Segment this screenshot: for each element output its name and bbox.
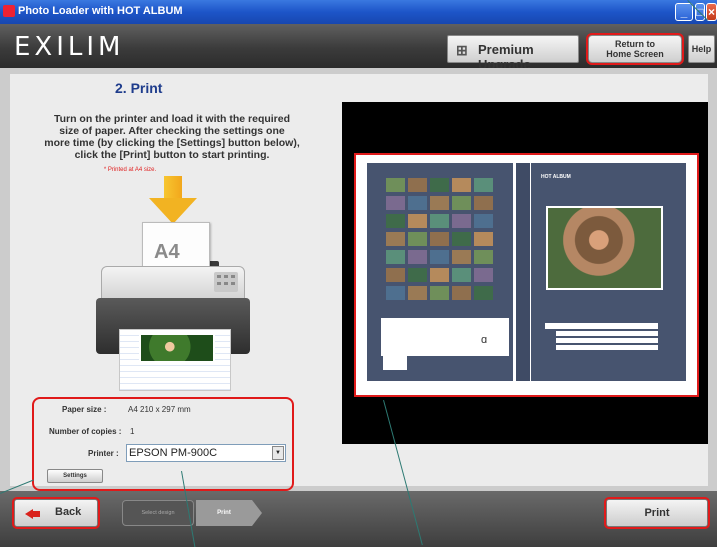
album-thumbnail bbox=[408, 196, 427, 210]
cover-photo bbox=[546, 206, 663, 290]
album-thumbnail bbox=[430, 232, 449, 246]
premium-upgrade-button[interactable]: ⊞ Premium Upgrade bbox=[447, 35, 579, 72]
album-thumbnail bbox=[408, 250, 427, 264]
album-thumbnail bbox=[386, 268, 405, 282]
album-thumbnail bbox=[474, 214, 493, 228]
album-thumbnail bbox=[430, 196, 449, 210]
album-thumbnail bbox=[474, 196, 493, 210]
app-icon bbox=[3, 5, 15, 17]
printer-label: Printer : bbox=[88, 449, 119, 458]
cover-logo-icon: ɑ bbox=[481, 334, 488, 346]
album-thumbnail bbox=[474, 286, 493, 300]
instruction-line: more time (by clicking the [Settings] bu… bbox=[44, 137, 300, 149]
chevron-down-icon[interactable]: ▼ bbox=[272, 446, 284, 460]
breadcrumb-arrow bbox=[252, 500, 262, 526]
album-thumbnail bbox=[430, 286, 449, 300]
printer-select-value: EPSON PM-900C bbox=[129, 447, 218, 459]
return-line2: Home Screen bbox=[606, 49, 664, 59]
cover-info-row bbox=[556, 331, 658, 336]
help-button[interactable]: Help bbox=[688, 35, 715, 63]
step-title: 2. Print bbox=[115, 80, 163, 96]
copies-label: Number of copies : bbox=[49, 427, 122, 436]
print-button[interactable]: Print bbox=[604, 497, 710, 529]
back-arrow-tail bbox=[32, 511, 40, 517]
album-thumbnail bbox=[430, 250, 449, 264]
paper-size-value: A4 210 x 297 mm bbox=[128, 405, 191, 414]
exilim-logo: EXILIM bbox=[14, 32, 125, 62]
printed-photo bbox=[139, 333, 215, 363]
window-title: Photo Loader with HOT ALBUM bbox=[18, 5, 183, 17]
album-thumbnail bbox=[452, 286, 471, 300]
album-thumbnail bbox=[386, 196, 405, 210]
album-thumbnail bbox=[452, 232, 471, 246]
album-thumbnail bbox=[452, 214, 471, 228]
down-arrow-head bbox=[149, 198, 197, 224]
album-thumbnail bbox=[474, 232, 493, 246]
copies-value: 1 bbox=[130, 427, 135, 436]
album-thumbnail bbox=[386, 178, 405, 192]
close-icon[interactable]: × bbox=[706, 3, 717, 21]
album-thumbnail bbox=[408, 268, 427, 282]
cover-info-row bbox=[545, 323, 658, 329]
back-cover-text-box bbox=[381, 318, 509, 356]
premium-icon: ⊞ bbox=[456, 42, 468, 58]
instruction-line: Turn on the printer and load it with the… bbox=[53, 113, 291, 125]
breadcrumb-select-design[interactable]: Select design bbox=[122, 500, 194, 526]
window-titlebar: Photo Loader with HOT ALBUM _ □ × bbox=[0, 0, 717, 24]
album-spine bbox=[516, 163, 530, 381]
album-thumbnail bbox=[474, 268, 493, 282]
print-instructions: Turn on the printer and load it with the… bbox=[36, 113, 308, 161]
settings-button[interactable]: Settings bbox=[47, 469, 103, 483]
down-arrow-icon bbox=[164, 176, 182, 200]
cover-info-row bbox=[556, 345, 658, 350]
album-thumbnail bbox=[452, 178, 471, 192]
album-thumbnail bbox=[430, 214, 449, 228]
cover-info-row bbox=[556, 338, 658, 343]
instruction-line: click the [Print] button to start printi… bbox=[74, 149, 270, 161]
album-thumbnail bbox=[386, 250, 405, 264]
album-thumbnail bbox=[474, 178, 493, 192]
return-home-button[interactable]: Return to Home Screen bbox=[586, 33, 684, 65]
paper-size-label: Paper size : bbox=[62, 405, 107, 414]
instruction-line: size of paper. After checking the settin… bbox=[59, 125, 285, 137]
album-thumbnail bbox=[386, 286, 405, 300]
album-thumbnail bbox=[474, 250, 493, 264]
cover-brand-label: HOT ALBUM bbox=[541, 174, 571, 180]
album-thumbnail bbox=[386, 232, 405, 246]
album-thumbnail bbox=[408, 232, 427, 246]
breadcrumb-print: Print bbox=[196, 500, 252, 526]
a4-note: * Printed at A4 size. bbox=[103, 167, 157, 173]
back-button[interactable]: Back bbox=[12, 497, 100, 529]
back-cover-tag bbox=[383, 356, 407, 370]
album-thumbnail bbox=[452, 250, 471, 264]
album-thumbnail bbox=[386, 214, 405, 228]
album-thumbnail bbox=[430, 178, 449, 192]
a4-paper-label: A4 bbox=[154, 241, 180, 263]
back-label: Back bbox=[55, 506, 82, 518]
album-thumbnail bbox=[430, 268, 449, 282]
album-thumbnail bbox=[408, 214, 427, 228]
return-line1: Return to bbox=[615, 39, 655, 49]
minimize-icon[interactable]: _ bbox=[675, 3, 693, 21]
album-thumbnail bbox=[452, 196, 471, 210]
album-thumbnail bbox=[408, 286, 427, 300]
album-thumbnail bbox=[452, 268, 471, 282]
printer-select[interactable]: EPSON PM-900C ▼ bbox=[126, 444, 286, 462]
album-thumbnail bbox=[408, 178, 427, 192]
printer-control-panel bbox=[214, 272, 238, 292]
